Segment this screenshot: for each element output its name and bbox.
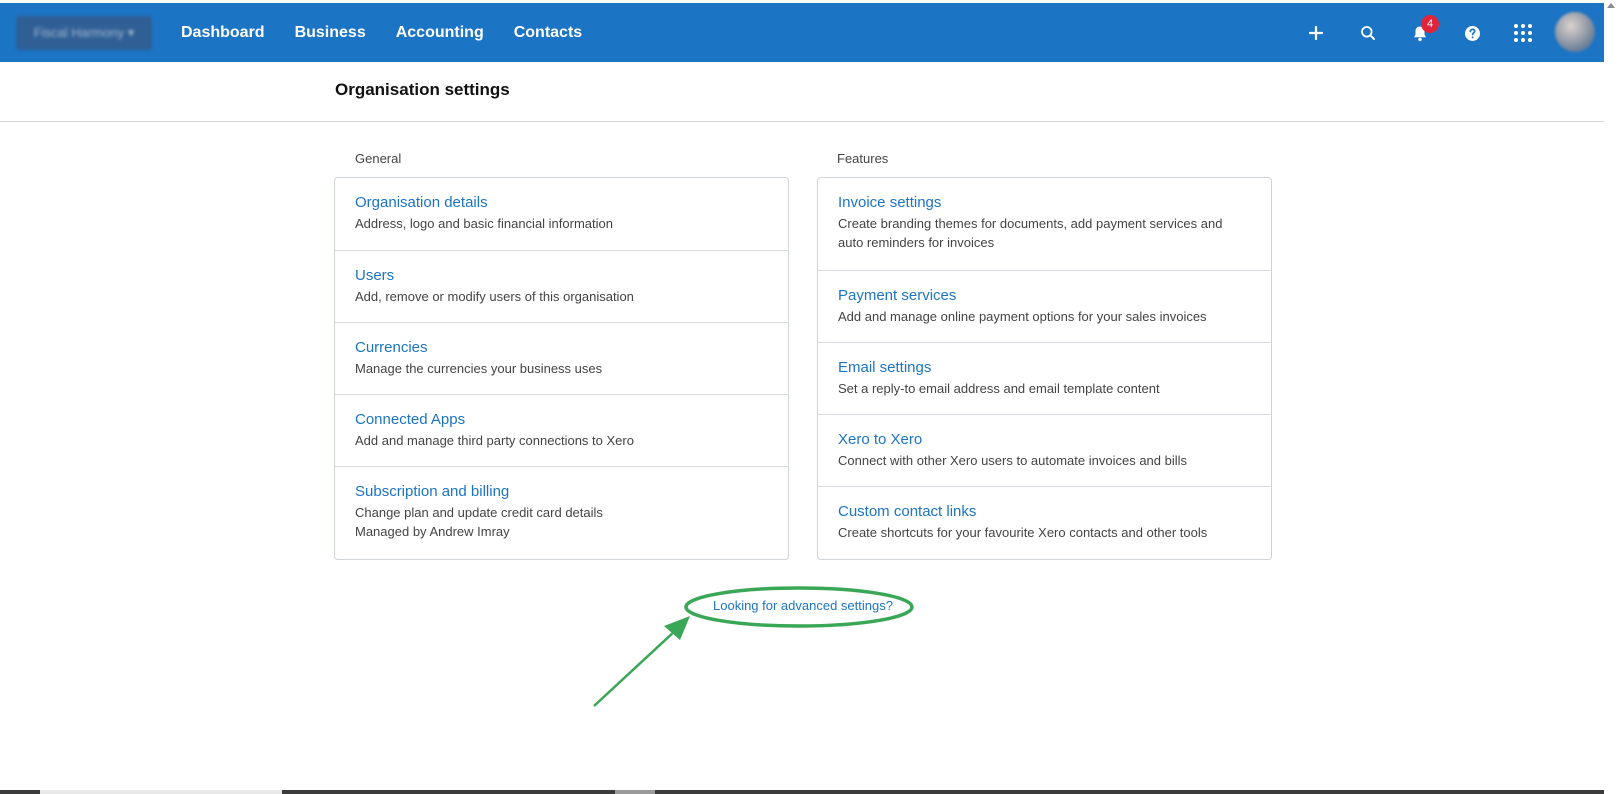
- bottom-edge-strip: [0, 790, 1604, 794]
- list-item: Custom contact links Create shortcuts fo…: [818, 486, 1271, 559]
- item-description: Connect with other Xero users to automat…: [838, 453, 1188, 468]
- general-section-label: General: [355, 151, 402, 166]
- xero-to-xero-link[interactable]: Xero to Xero: [838, 431, 1251, 449]
- page-header: [0, 62, 1604, 122]
- general-settings-card: Organisation details Address, logo and b…: [334, 177, 789, 560]
- payment-services-link[interactable]: Payment services: [838, 287, 1251, 305]
- subscription-and-billing-link[interactable]: Subscription and billing: [355, 483, 768, 501]
- organisation-switcher[interactable]: Fiscal Harmony ▾: [16, 16, 152, 50]
- list-item: Email settings Set a reply-to email addr…: [818, 342, 1271, 414]
- nav-contacts[interactable]: Contacts: [514, 3, 582, 62]
- nav-accounting[interactable]: Accounting: [396, 3, 484, 62]
- advanced-settings-link[interactable]: Looking for advanced settings?: [713, 598, 893, 613]
- list-item: Organisation details Address, logo and b…: [335, 178, 788, 250]
- item-description: Add and manage third party connections t…: [355, 433, 634, 448]
- list-item: Xero to Xero Connect with other Xero use…: [818, 414, 1271, 486]
- item-description: Set a reply-to email address and email t…: [838, 381, 1160, 396]
- currencies-link[interactable]: Currencies: [355, 339, 768, 357]
- top-navigation-bar: Fiscal Harmony ▾ Dashboard Business Acco…: [0, 3, 1604, 62]
- custom-contact-links-link[interactable]: Custom contact links: [838, 503, 1251, 521]
- list-item: Subscription and billing Change plan and…: [335, 466, 788, 559]
- nav-dashboard[interactable]: Dashboard: [181, 3, 265, 62]
- vertical-scrollbar[interactable]: [1604, 0, 1619, 794]
- users-link[interactable]: Users: [355, 267, 768, 285]
- help-icon[interactable]: [1456, 17, 1488, 49]
- features-section-label: Features: [837, 151, 889, 166]
- annotation-arrow-icon: [593, 616, 690, 707]
- list-item: Users Add, remove or modify users of thi…: [335, 250, 788, 322]
- item-description: Add and manage online payment options fo…: [838, 309, 1207, 324]
- list-item: Connected Apps Add and manage third part…: [335, 394, 788, 466]
- item-description: Add, remove or modify users of this orga…: [355, 289, 634, 304]
- features-settings-card: Invoice settings Create branding themes …: [817, 177, 1272, 560]
- scroll-up-arrow-icon[interactable]: [1607, 3, 1615, 8]
- user-avatar[interactable]: [1555, 12, 1595, 52]
- main-navigation: Dashboard Business Accounting Contacts: [181, 3, 612, 62]
- managed-by-text: Managed by Andrew Imray: [355, 524, 510, 539]
- notification-badge: 4: [1421, 15, 1439, 33]
- item-description: Change plan and update credit card detai…: [355, 505, 603, 520]
- organisation-name: Fiscal Harmony: [33, 25, 125, 40]
- plus-icon[interactable]: [1300, 17, 1332, 49]
- nav-business[interactable]: Business: [295, 3, 366, 62]
- email-settings-link[interactable]: Email settings: [838, 359, 1251, 377]
- organisation-details-link[interactable]: Organisation details: [355, 194, 768, 212]
- list-item: Invoice settings Create branding themes …: [818, 178, 1271, 270]
- item-description: Create branding themes for documents, ad…: [838, 216, 1223, 250]
- item-description: Address, logo and basic financial inform…: [355, 216, 613, 231]
- list-item: Payment services Add and manage online p…: [818, 270, 1271, 342]
- search-icon[interactable]: [1352, 17, 1384, 49]
- connected-apps-link[interactable]: Connected Apps: [355, 411, 768, 429]
- item-description: Manage the currencies your business uses: [355, 361, 603, 376]
- list-item: Currencies Manage the currencies your bu…: [335, 322, 788, 394]
- apps-grid-icon[interactable]: [1507, 17, 1539, 49]
- page-title: Organisation settings: [335, 80, 510, 99]
- item-description: Create shortcuts for your favourite Xero…: [838, 525, 1208, 540]
- invoice-settings-link[interactable]: Invoice settings: [838, 194, 1251, 212]
